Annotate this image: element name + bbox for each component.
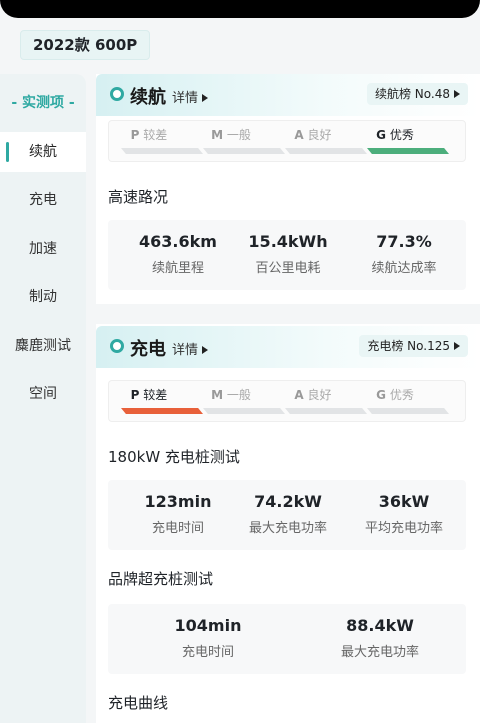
section-dot-icon: [110, 339, 124, 353]
charger-180kw-title: 180kW 充电桩测试: [108, 448, 240, 466]
sidebar-item-braking[interactable]: 制动: [0, 277, 86, 317]
charging-section-header: 充电 详情 充电榜 No.125: [96, 326, 480, 368]
section-dot-icon: [110, 87, 124, 101]
charger-180kw-stats: 123min 充电时间 74.2kW 最大充电功率 36kW 平均充电功率: [108, 480, 466, 550]
main-content: 续航 详情 续航榜 No.48 P 较差 M 一般 A 良好 G 优秀 高速路况…: [96, 74, 480, 723]
stat-charge-time: 104min 充电时间: [174, 616, 242, 660]
stat-max-charge-power: 74.2kW 最大充电功率: [248, 492, 327, 536]
sidebar-item-space[interactable]: 空间: [0, 374, 86, 414]
sidebar-title: - 实测项 -: [11, 95, 75, 111]
range-stats: 463.6km 续航里程 15.4kWh 百公里电耗 77.3% 续航达成率: [108, 220, 466, 290]
sidebar: - 实测项 - 续航 充电 加速 制动 麋鹿测试 空间: [0, 74, 86, 723]
grade-excellent: G 优秀: [376, 388, 414, 402]
sidebar-item-range[interactable]: 续航: [0, 132, 86, 172]
stat-energy-consumption: 15.4kWh 百公里电耗: [248, 232, 328, 276]
grade-bar-excellent: [367, 408, 449, 414]
model-tag[interactable]: 2022款 600P: [20, 30, 151, 60]
stat-range-km: 463.6km 续航里程: [139, 232, 217, 276]
caret-right-icon: [202, 346, 209, 354]
charging-title: 充电: [130, 339, 166, 360]
caret-right-icon: [454, 342, 460, 350]
grade-bar-good: [285, 148, 367, 154]
grade-bar-excellent-active: [367, 148, 449, 154]
charging-curve-title: 充电曲线: [108, 694, 169, 712]
grade-bar-poor-active: [121, 408, 203, 414]
range-title: 续航: [130, 87, 166, 108]
sidebar-item-acceleration[interactable]: 加速: [0, 229, 86, 269]
brand-supercharger-title: 品牌超充桩测试: [108, 570, 214, 588]
charging-rank-badge[interactable]: 充电榜 No.125: [359, 335, 468, 357]
range-section-header: 续航 详情 续航榜 No.48: [96, 74, 480, 116]
grade-bar-poor: [121, 148, 203, 154]
grade-poor: P 较差: [130, 128, 168, 142]
range-grade-scale: P 较差 M 一般 A 良好 G 优秀: [108, 120, 466, 162]
range-detail-link[interactable]: 详情: [172, 87, 209, 106]
stat-charge-time: 123min 充电时间: [144, 492, 212, 536]
stat-avg-charge-power: 36kW 平均充电功率: [364, 492, 443, 536]
grade-bar-average: [203, 148, 285, 154]
range-rank-badge[interactable]: 续航榜 No.48: [366, 83, 468, 105]
section-divider: [96, 304, 480, 324]
grade-average: M 一般: [211, 128, 251, 142]
sidebar-item-charging[interactable]: 充电: [0, 180, 86, 220]
brand-supercharger-stats: 104min 充电时间 88.4kW 最大充电功率: [108, 604, 466, 674]
status-bar: [0, 0, 480, 18]
charging-detail-link[interactable]: 详情: [172, 339, 209, 358]
highway-title: 高速路况: [108, 188, 169, 206]
grade-good: A 良好: [294, 128, 332, 142]
grade-good: A 良好: [294, 388, 332, 402]
caret-right-icon: [202, 94, 209, 102]
grade-average: M 一般: [211, 388, 251, 402]
stat-range-achievement: 77.3% 续航达成率: [371, 232, 437, 276]
grade-bar-average: [203, 408, 285, 414]
grade-poor: P 较差: [130, 388, 168, 402]
grade-bar-good: [285, 408, 367, 414]
charging-grade-scale: P 较差 M 一般 A 良好 G 优秀: [108, 380, 466, 422]
stat-max-charge-power: 88.4kW 最大充电功率: [340, 616, 419, 660]
sidebar-item-moose-test[interactable]: 麋鹿测试: [0, 326, 86, 366]
grade-excellent: G 优秀: [376, 128, 414, 142]
caret-right-icon: [454, 90, 460, 98]
